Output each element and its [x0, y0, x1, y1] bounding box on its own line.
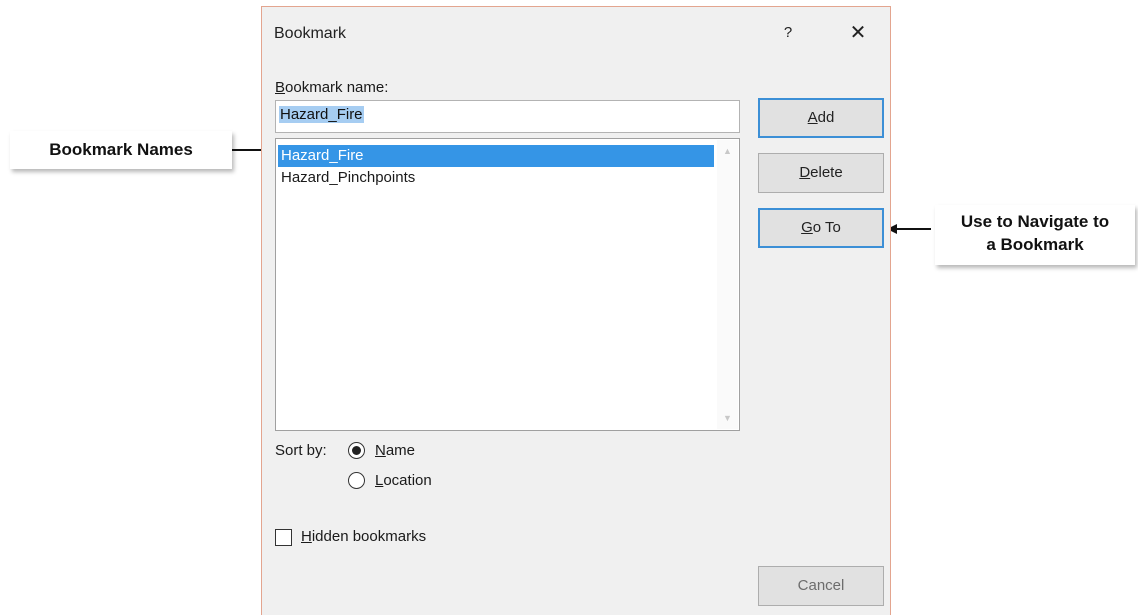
bookmark-list[interactable]: Hazard_Fire Hazard_Pinchpoints ▲ ▼	[275, 138, 740, 431]
delete-button-rest: elete	[810, 164, 843, 181]
callout-navigate: Use to Navigate to a Bookmark	[935, 205, 1135, 265]
goto-button-accel: G	[801, 219, 813, 236]
delete-button[interactable]: Delete	[758, 153, 884, 193]
list-item[interactable]: Hazard_Fire	[278, 145, 714, 167]
add-button-rest: dd	[817, 109, 835, 126]
hidden-bookmarks-rest: idden bookmarks	[311, 528, 427, 545]
list-item[interactable]: Hazard_Pinchpoints	[278, 167, 714, 189]
delete-button-accel: D	[799, 164, 811, 181]
sort-name-radio[interactable]	[348, 442, 365, 459]
close-icon[interactable]: ✕	[844, 20, 872, 46]
chevron-down-icon[interactable]: ▼	[717, 409, 738, 427]
sort-by-label: Sort by:	[275, 442, 327, 459]
sort-name-rest: ame	[385, 442, 416, 459]
hidden-bookmarks-accel: H	[301, 528, 312, 545]
callout-navigate-line2: a Bookmark	[986, 235, 1084, 254]
add-button[interactable]: Add	[758, 98, 884, 138]
list-scrollbar[interactable]: ▲ ▼	[717, 140, 738, 429]
radio-selected-dot	[352, 446, 361, 455]
question-icon[interactable]: ?	[776, 20, 800, 46]
cancel-button[interactable]: Cancel	[758, 566, 884, 606]
sort-name-label[interactable]: Name	[375, 442, 415, 459]
sort-location-rest: ocation	[383, 472, 432, 489]
goto-button-rest: o To	[812, 219, 841, 236]
goto-button[interactable]: Go To	[758, 208, 884, 248]
sort-location-radio[interactable]	[348, 472, 365, 489]
bookmark-name-label: Bookmark name:	[275, 79, 388, 96]
sort-location-label[interactable]: Location	[375, 472, 432, 489]
sort-name-accel: N	[375, 442, 386, 459]
add-button-accel: A	[807, 109, 818, 126]
callout-bookmark-names: Bookmark Names	[10, 131, 232, 169]
callout-bookmark-names-text: Bookmark Names	[49, 140, 193, 159]
bookmark-name-label-rest: ookmark name:	[285, 79, 389, 96]
bookmark-name-input[interactable]: Hazard_Fire	[275, 100, 740, 133]
hidden-bookmarks-checkbox[interactable]	[275, 529, 292, 546]
chevron-up-icon[interactable]: ▲	[717, 142, 738, 160]
bookmark-dialog: Bookmark ? ✕ Bookmark name: Hazard_Fire …	[261, 6, 891, 615]
bookmark-name-value: Hazard_Fire	[279, 106, 364, 123]
dialog-title: Bookmark	[274, 25, 347, 42]
callout-navigate-line1: Use to Navigate to	[960, 212, 1110, 231]
callout-right-arrow	[887, 224, 931, 234]
bookmark-name-label-accel: B	[275, 79, 286, 96]
hidden-bookmarks-label[interactable]: Hidden bookmarks	[301, 528, 426, 545]
